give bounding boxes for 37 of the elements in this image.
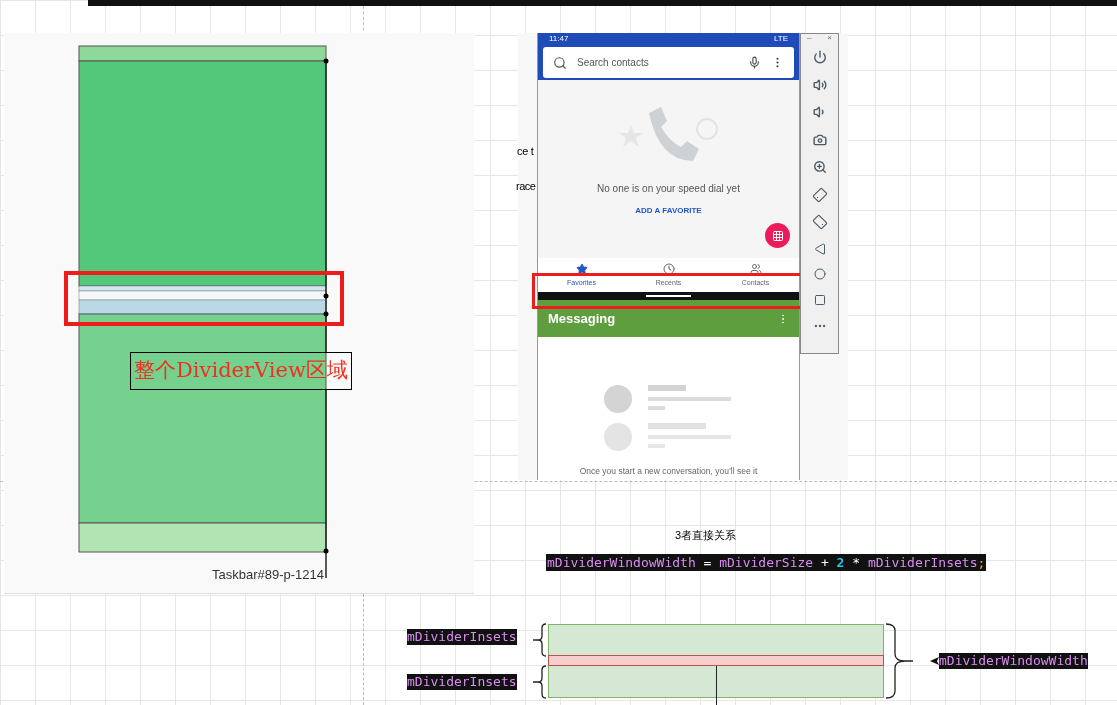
search-field[interactable]: Search contacts: [577, 55, 738, 70]
left-brace: [532, 623, 548, 657]
back-icon[interactable]: [813, 242, 826, 255]
background-text: race: [516, 179, 536, 194]
left-brace: [532, 665, 548, 699]
code-label: mDividerInsets: [407, 674, 517, 690]
close-button[interactable]: ×: [827, 34, 832, 44]
divider-bar[interactable]: [538, 292, 799, 300]
search-icon: [553, 55, 567, 70]
zoom-in-icon[interactable]: [812, 160, 827, 174]
messaging-hint: Once you start a new conversation, you’ll see it: [579, 465, 758, 478]
relation-title: 3者直接关系: [675, 528, 737, 543]
background-text: ce t: [517, 144, 534, 159]
status-time: 11:47: [549, 35, 569, 43]
dialpad-button[interactable]: [765, 223, 790, 248]
overview-icon[interactable]: [813, 293, 826, 306]
home-icon[interactable]: [813, 268, 826, 280]
power-icon[interactable]: [812, 50, 827, 64]
region-label: 整个DividerView区域: [130, 352, 352, 390]
microphone-icon[interactable]: [748, 56, 761, 69]
star-icon: [575, 263, 588, 275]
caption: Taskbar#89-p-1214: [212, 566, 325, 584]
add-favorite-link[interactable]: ADD A FAVORITE: [635, 205, 702, 217]
formula-code: mDividerWindowWidth = mDividerSize + 2 * mDividerInsets;: [546, 554, 987, 571]
people-icon: [749, 263, 762, 275]
camera-icon[interactable]: [812, 132, 827, 147]
minimize-button[interactable]: –: [807, 34, 812, 44]
status-network: LTE: [773, 35, 788, 43]
divider-handle[interactable]: [646, 295, 691, 297]
search-bar[interactable]: Search contacts: [543, 47, 794, 78]
volume-down-icon[interactable]: [812, 105, 827, 119]
dialpad-icon: [771, 229, 784, 242]
volume-up-icon[interactable]: [812, 77, 827, 92]
code-label: mDividerInsets: [407, 629, 517, 645]
arrow: [930, 657, 939, 665]
empty-message: No one is on your speed dial yet: [597, 182, 740, 196]
clock-icon: [662, 263, 675, 275]
